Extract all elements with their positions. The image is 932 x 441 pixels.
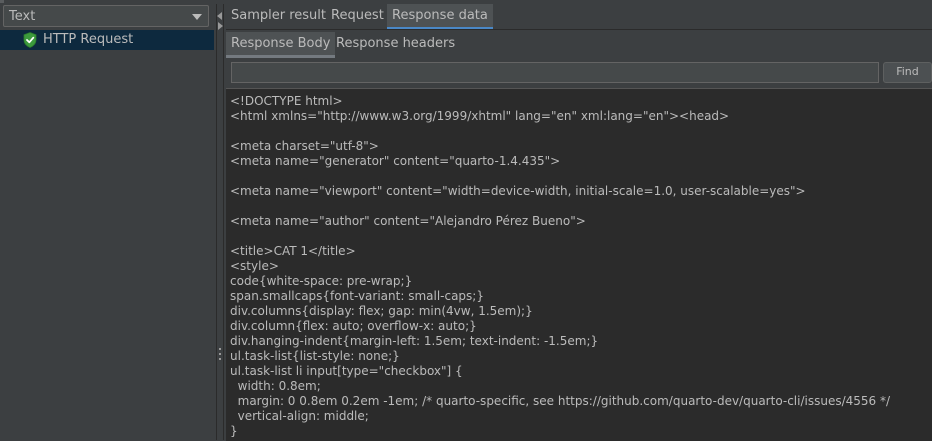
tab-sampler-result[interactable]: Sampler result xyxy=(226,4,331,30)
result-detail-panel: Sampler result Request Response data Res… xyxy=(226,4,932,441)
search-bar: Find xyxy=(226,58,932,88)
tree-item-http-request[interactable]: HTTP Request xyxy=(0,30,214,50)
expand-right-icon[interactable] xyxy=(218,22,223,30)
response-body-viewer[interactable]: <!DOCTYPE html> <html xmlns="http://www.… xyxy=(226,88,932,441)
tab-response-body[interactable]: Response Body xyxy=(226,32,336,58)
tab-response-data[interactable]: Response data xyxy=(387,4,493,30)
panel-splitter[interactable] xyxy=(214,4,226,440)
splitter-edge xyxy=(216,4,217,440)
result-tabs: Sampler result Request Response data xyxy=(226,4,932,30)
find-button[interactable]: Find xyxy=(883,62,932,83)
renderer-select[interactable]: Text xyxy=(3,5,209,27)
splitter-edge xyxy=(223,4,224,440)
shield-check-icon xyxy=(23,32,37,48)
tab-response-headers[interactable]: Response headers xyxy=(331,32,460,58)
results-tree: HTTP Request xyxy=(0,30,214,440)
tab-divider xyxy=(226,29,932,30)
collapse-left-icon[interactable] xyxy=(217,12,222,20)
renderer-select-value: Text xyxy=(9,9,36,24)
tab-request[interactable]: Request xyxy=(326,4,389,30)
tree-item-label: HTTP Request xyxy=(43,32,134,47)
drag-handle-icon[interactable] xyxy=(219,348,221,363)
chevron-down-icon[interactable] xyxy=(192,14,202,20)
results-tree-panel: Text HTTP Request xyxy=(0,4,214,440)
response-tabs: Response Body Response headers xyxy=(226,32,932,58)
search-input[interactable] xyxy=(231,62,879,83)
grip-handle[interactable] xyxy=(0,0,4,3)
response-body-text[interactable]: <!DOCTYPE html> <html xmlns="http://www.… xyxy=(230,94,890,439)
